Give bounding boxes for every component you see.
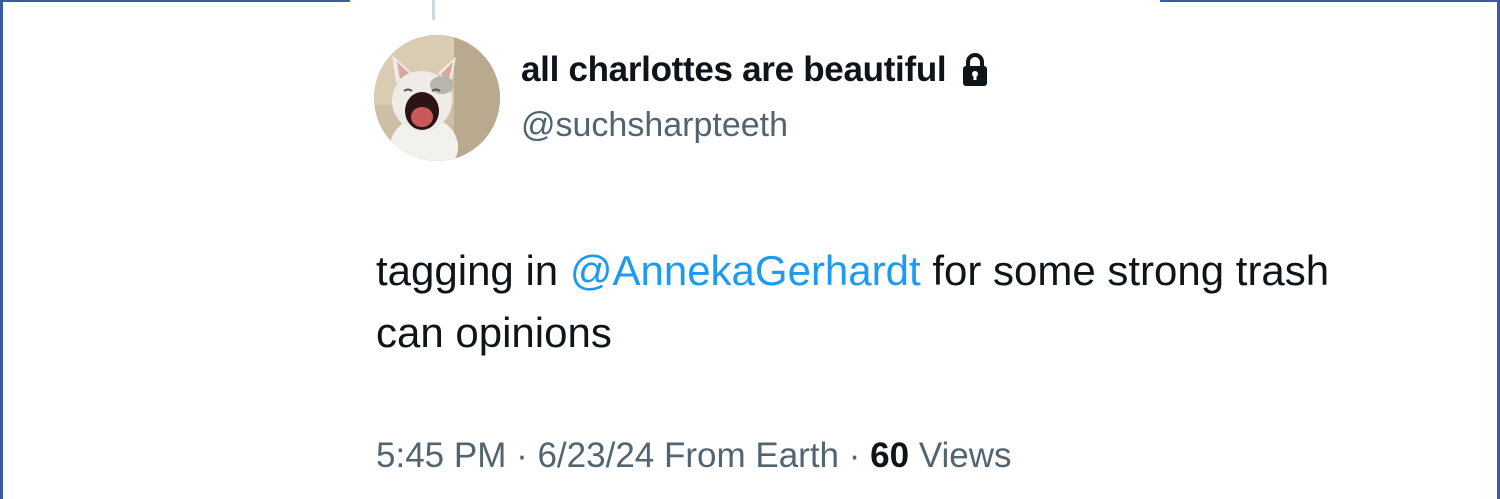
tweet-date[interactable]: 6/23/24 [537,436,654,475]
frame-top-gap [350,0,1160,3]
lock-icon [960,52,990,88]
tweet-location: From Earth [663,436,840,475]
mention-link[interactable]: @AnnekaGerhardt [570,247,921,294]
tweet-time[interactable]: 5:45 PM [376,436,506,475]
avatar[interactable] [374,35,500,161]
display-name[interactable]: all charlottes are beautiful [521,50,947,90]
author-handle[interactable]: @suchsharpteeth [521,106,788,145]
meta-separator-2: · [839,436,871,475]
views-label: Views [918,436,1012,475]
tweet-text-before: tagging in [376,247,570,294]
tweet-meta: 5:45 PM · 6/23/24 From Earth · 60 Views [376,436,1012,476]
meta-separator: · [506,436,538,475]
cat-avatar-icon [374,35,500,161]
thread-connector-line [432,0,435,20]
views-count: 60 [870,436,910,475]
tweet-text: tagging in @AnnekaGerhardt for some stro… [376,240,1376,364]
author-name-row[interactable]: all charlottes are beautiful [521,50,990,90]
